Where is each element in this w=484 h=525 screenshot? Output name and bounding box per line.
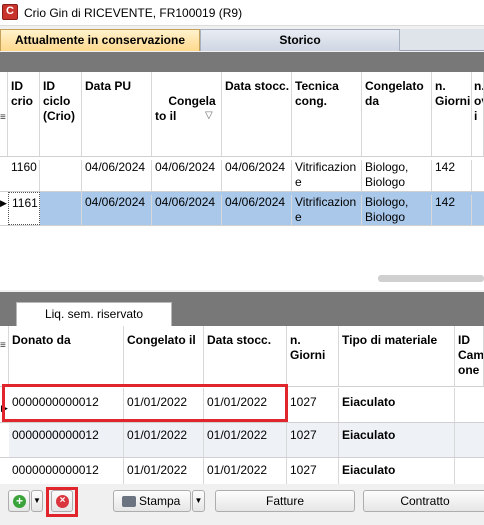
cell-data-stocc: 04/06/2024: [222, 160, 292, 192]
main-tab-strip: Attualmente in conservazione Storico: [0, 29, 484, 51]
cell-data-pu: 04/06/2024: [82, 195, 152, 225]
print-label: Stampa: [139, 494, 181, 508]
add-button[interactable]: +: [8, 490, 30, 512]
cell-id: 1161: [8, 192, 40, 225]
cell-data-pu: 04/06/2024: [82, 160, 152, 192]
row-indicator-icon: ≡: [0, 340, 6, 351]
cell-id-ciclo: [40, 160, 82, 192]
cell-congelato-il: 04/06/2024: [152, 195, 222, 225]
col-tecnica[interactable]: Tecnica cong.: [292, 72, 362, 156]
cell-congelato-il: 04/06/2024: [152, 160, 222, 192]
col-tipo-materiale[interactable]: Tipo di materiale: [339, 326, 455, 386]
cell-congelato-da: Biologo, Biologo: [362, 160, 432, 192]
invoices-button[interactable]: Fatture: [215, 490, 355, 512]
col-congelato-da[interactable]: Congelato da: [362, 72, 432, 156]
bottom-toolbar: + ▼ × Stampa ▼ Fatture Contratto: [0, 484, 484, 525]
row-indicator-icon: ▶: [0, 198, 7, 208]
cell-donato-da: 0000000000012: [9, 458, 124, 484]
cryo-oocytes-grid: ≡ ID crio ID ciclo (Crio) Data PU Congel…: [0, 72, 484, 290]
tab-history[interactable]: Storico: [200, 29, 400, 51]
cell-donato-da: 0000000000012: [9, 423, 124, 457]
cell-id: 1160: [8, 160, 40, 192]
app-logo-icon: C: [2, 4, 18, 20]
window-title: Crio Gin di RICEVENTE, FR100019 (R9): [24, 6, 243, 20]
highlight-box: [2, 384, 288, 422]
highlight-box: [46, 487, 78, 517]
cell-tipo: Eiaculato: [339, 423, 455, 457]
tab-current-storage[interactable]: Attualmente in conservazione: [0, 29, 200, 51]
col-id-crio[interactable]: ID crio: [8, 72, 40, 156]
cell-tecnica: Vitrificazion e: [292, 160, 362, 192]
cell-congelato-da: Biologo, Biologo: [362, 195, 432, 225]
col-id-ciclo[interactable]: ID ciclo (Crio): [40, 72, 82, 156]
chevron-down-icon: ▼: [194, 496, 203, 505]
cell-tecnica: Vitrificazion e: [292, 195, 362, 225]
add-dropdown-button[interactable]: ▼: [31, 490, 43, 512]
cell-congelato-il: 01/01/2022: [124, 458, 204, 484]
cell-data-stocc: 01/01/2022: [204, 423, 287, 457]
horizontal-scrollbar[interactable]: [378, 275, 484, 282]
cell-congelato-il: 01/01/2022: [124, 423, 204, 457]
print-button[interactable]: Stampa: [113, 490, 191, 512]
title-bar: C Crio Gin di RICEVENTE, FR100019 (R9): [0, 0, 484, 26]
cell-giorni: 1027: [287, 388, 339, 422]
row-header-column: [0, 326, 9, 386]
contract-button[interactable]: Contratto: [363, 490, 484, 512]
cell-giorni: 142: [432, 195, 472, 225]
printer-icon: [122, 496, 136, 508]
col-extra[interactable]: n. ov i: [472, 72, 484, 156]
cell-giorni: 1027: [287, 423, 339, 457]
cell-tipo: Eiaculato: [339, 388, 455, 422]
add-icon: +: [13, 495, 26, 508]
col-id-campione[interactable]: ID Cam one: [455, 326, 484, 386]
cell-giorni: 1027: [287, 458, 339, 484]
col-data-stocc[interactable]: Data stocc.: [204, 326, 287, 386]
row-indicator-icon: ≡: [0, 112, 6, 123]
sort-icon: ▽: [205, 110, 213, 121]
cell-giorni: 142: [432, 160, 472, 192]
col-congelato-il[interactable]: Congelato il: [124, 326, 204, 386]
cell-id-ciclo: [40, 192, 82, 225]
tab-liq-sem-riservato[interactable]: Liq. sem. riservato: [16, 302, 172, 326]
print-dropdown-button[interactable]: ▼: [192, 490, 205, 512]
chevron-down-icon: ▼: [33, 496, 41, 505]
col-data-stocc[interactable]: Data stocc.: [222, 72, 292, 156]
cell-data-stocc: 01/01/2022: [204, 458, 287, 484]
col-data-pu[interactable]: Data PU: [82, 72, 152, 156]
col-donato-da[interactable]: Donato da: [9, 326, 124, 386]
grid-toolbar-strip: [0, 52, 484, 72]
cell-data-stocc: 04/06/2024: [222, 195, 292, 225]
col-n-giorni[interactable]: n. Giorni: [287, 326, 339, 386]
col-n-giorni[interactable]: n. Giorni: [432, 72, 472, 156]
cell-tipo: Eiaculato: [339, 458, 455, 484]
